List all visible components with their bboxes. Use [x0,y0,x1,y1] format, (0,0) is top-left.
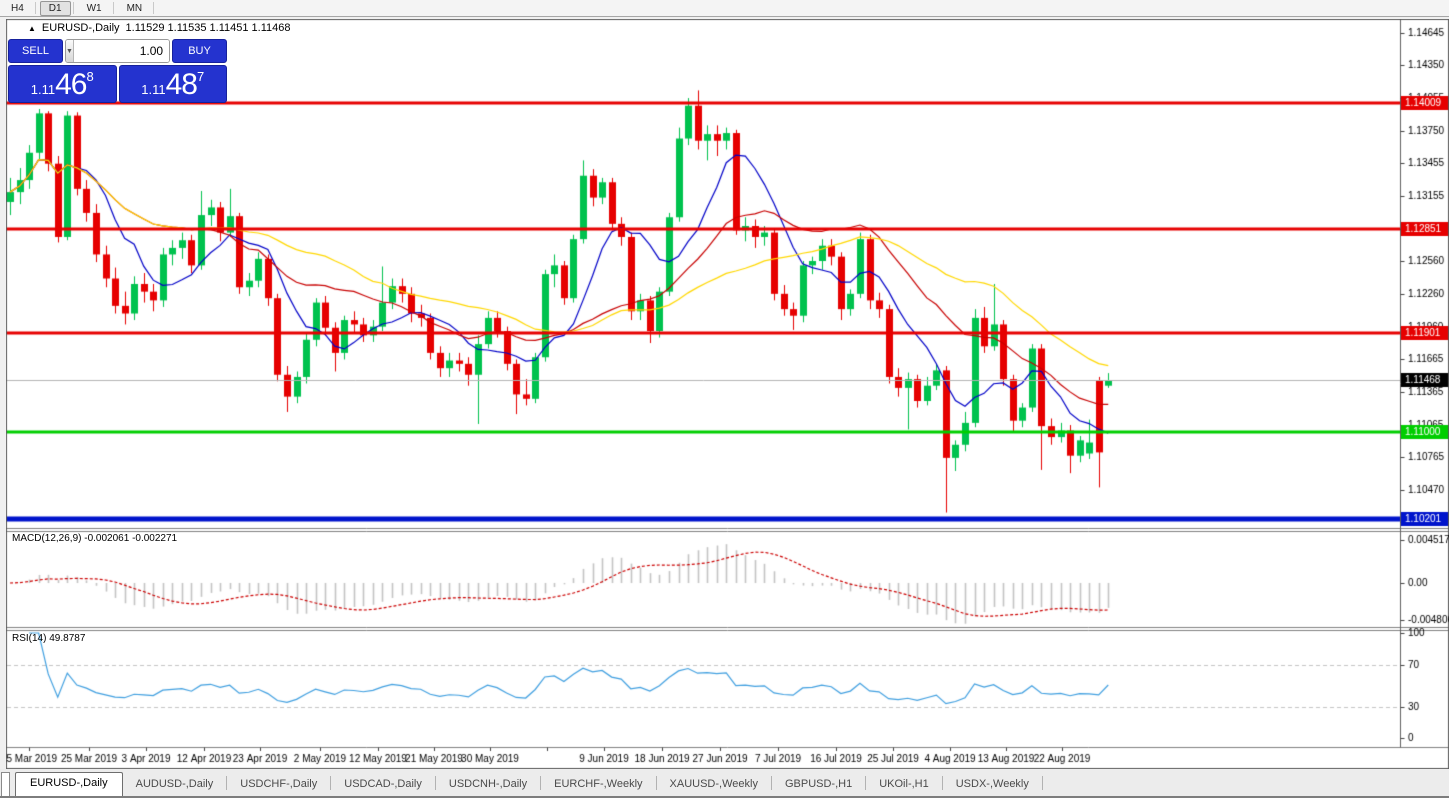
rsi-name: RSI(14) [12,633,46,644]
sell-price-button[interactable]: 1.11 46 8 [8,65,117,103]
macd-values: -0.002061 -0.002271 [84,533,177,544]
chart-tab-usdchf-daily[interactable]: USDCHF-,Daily [227,774,330,796]
toolbar-separator [73,2,74,14]
toolbar-separator [113,2,114,14]
chart-ohlc-values: 1.11529 1.11535 1.11451 1.11468 [126,22,291,34]
chart-symbol-label: EURUSD-,Daily [42,22,120,34]
chart-tab-eurusd-daily[interactable]: EURUSD-,Daily [15,772,123,796]
toolbar-separator [35,2,36,14]
chart-tab-eurchf-weekly[interactable]: EURCHF-,Weekly [541,774,655,796]
chart-title: ▲ EURUSD-,Daily 1.11529 1.11535 1.11451 … [28,22,291,34]
buy-price-button[interactable]: 1.11 48 7 [119,65,228,103]
tab-scroll-handle[interactable] [1,772,10,796]
chart-tab-usdcnh-daily[interactable]: USDCNH-,Daily [436,774,540,796]
chart-tab-usdx-weekly[interactable]: USDX-,Weekly [943,774,1042,796]
sell-price-big-digits: 46 [55,70,86,100]
sell-price-pip-digit: 8 [86,70,93,83]
macd-name: MACD(12,26,9) [12,533,81,544]
toolbar-separator [153,2,154,14]
sell-price-prefix: 1.11 [31,80,55,100]
chart-tab-usdcad-daily[interactable]: USDCAD-,Daily [331,774,435,796]
timeframe-button-mn[interactable]: MN [118,1,152,16]
chart-tab-ukoil-h1[interactable]: UKOil-,H1 [866,774,942,796]
timeframe-button-w1[interactable]: W1 [78,1,111,16]
chart-tab-audusd-daily[interactable]: AUDUSD-,Daily [123,774,227,796]
timeframe-button-h4[interactable]: H4 [2,1,33,16]
buy-button[interactable]: BUY [172,39,227,63]
chart-tab-bar: EURUSD-,DailyAUDUSD-,DailyUSDCHF-,DailyU… [0,769,1449,798]
chart-tab-gbpusd-h1[interactable]: GBPUSD-,H1 [772,774,865,796]
collapse-triangle-icon[interactable]: ▲ [28,24,36,33]
volume-input[interactable] [74,40,170,62]
timeframe-button-d1[interactable]: D1 [40,1,71,16]
volume-stepper: ▼ ▲ [65,39,170,63]
chart-tab-xauusd-weekly[interactable]: XAUUSD-,Weekly [657,774,771,796]
macd-indicator-label: MACD(12,26,9) -0.002061 -0.002271 [12,533,177,544]
price-chart-canvas[interactable] [6,19,1449,769]
app-window: H4 D1 W1 MN ▲ EURUSD-,Daily 1.11529 1.11535… [0,0,1449,798]
volume-decrease-button[interactable]: ▼ [66,40,74,62]
tab-separator [1042,776,1043,790]
buy-price-pip-digit: 7 [197,70,204,83]
timeframe-toolbar: H4 D1 W1 MN [0,0,1449,17]
buy-price-prefix: 1.11 [141,80,165,100]
sell-button[interactable]: SELL [8,39,63,63]
rsi-value: 49.8787 [49,633,85,644]
one-click-trading-panel: SELL ▼ ▲ BUY 1.11 46 8 1.11 48 7 [8,39,227,103]
buy-price-big-digits: 48 [166,70,197,100]
rsi-indicator-label: RSI(14) 49.8787 [12,633,85,644]
